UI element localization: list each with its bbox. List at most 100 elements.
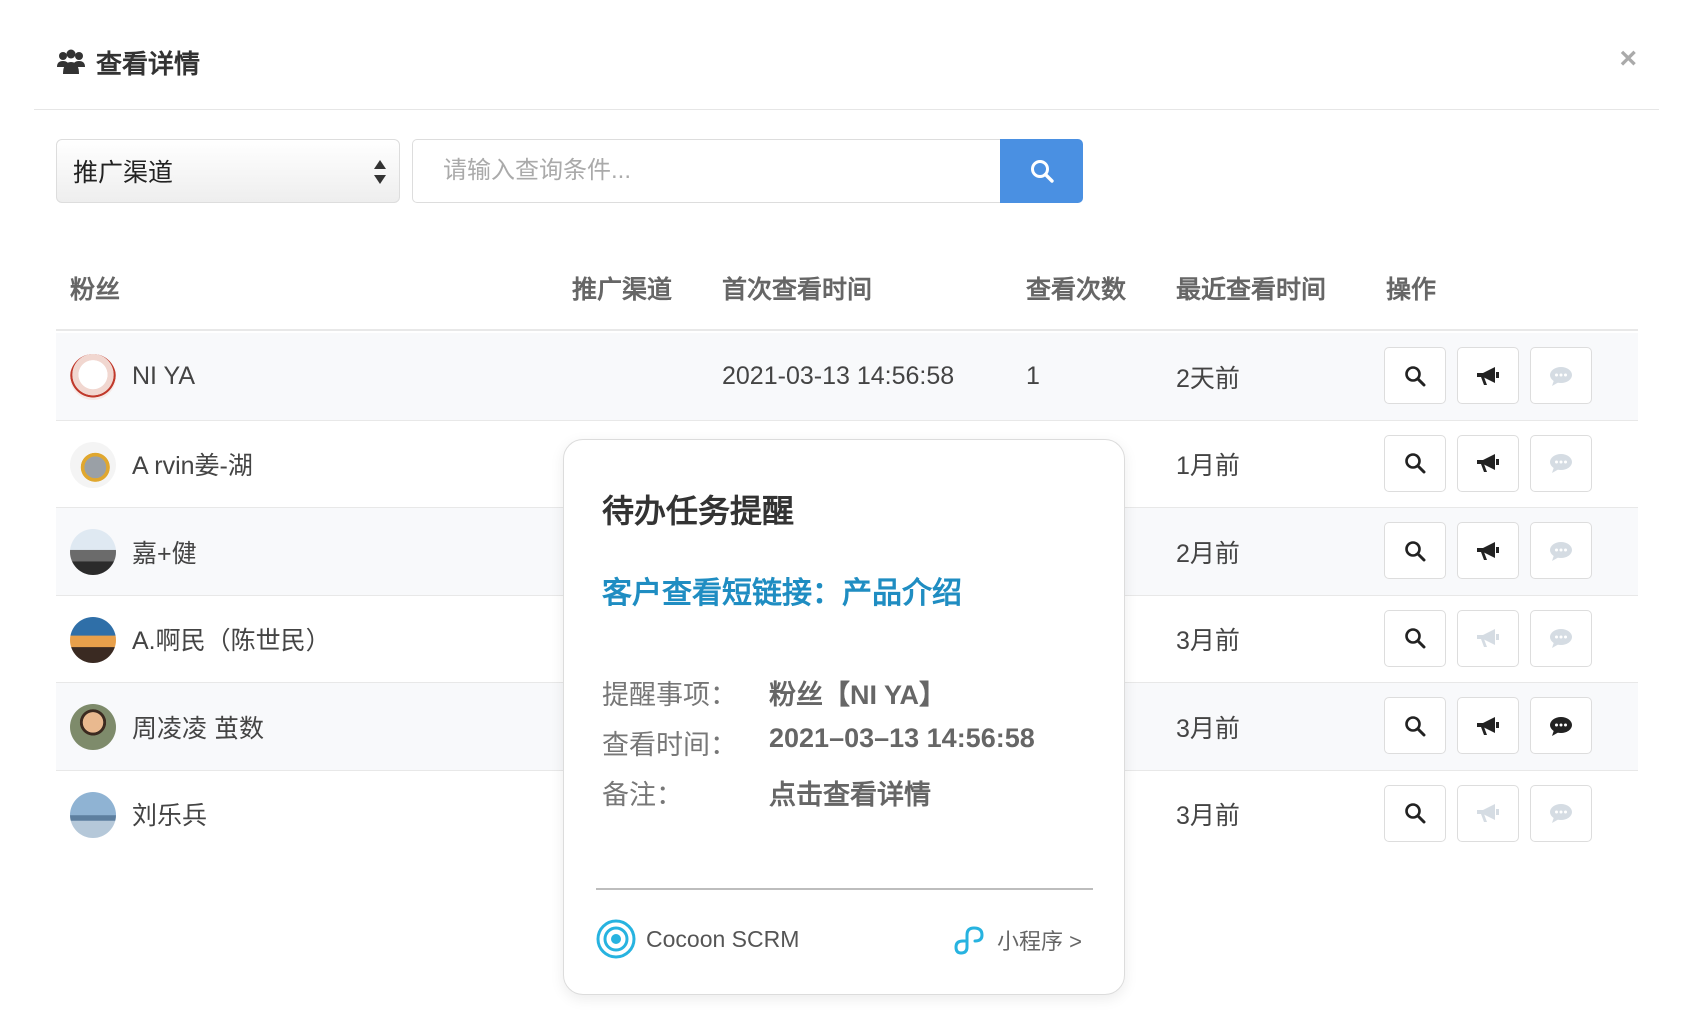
megaphone-icon [1477, 541, 1499, 560]
reminder-time-row: 查看时间： 2021–03–13 14:56:58 [602, 723, 1035, 762]
modal-header: 查看详情 × [34, 0, 1659, 110]
broadcast-button[interactable] [1457, 784, 1519, 842]
reminder-title: 待办任务提醒 [602, 493, 795, 529]
first-view-time: 2021-03-13 14:56:58 [722, 362, 955, 391]
recent-view-time: 3月前 [1176, 714, 1240, 743]
recent-view-time: 3月前 [1176, 802, 1240, 831]
search-icon [1030, 160, 1054, 183]
comment-icon [1550, 541, 1572, 561]
search-icon [1405, 715, 1426, 736]
brand-name: Cocoon SCRM [646, 925, 800, 952]
megaphone-icon [1477, 804, 1499, 822]
broadcast-button[interactable] [1457, 347, 1519, 404]
channel-select[interactable]: 推广渠道 [56, 139, 400, 203]
chat-button[interactable] [1530, 697, 1592, 754]
row-actions [1384, 609, 1592, 667]
search-icon [1405, 628, 1426, 649]
row-actions [1384, 697, 1592, 754]
comment-icon [1550, 366, 1572, 386]
col-channel: 推广渠道 [572, 276, 673, 304]
modal-title-group: 查看详情 [56, 44, 200, 81]
view-detail-button[interactable] [1384, 347, 1446, 404]
mini-program-icon [954, 926, 984, 955]
fan-name: NI YA [132, 362, 195, 391]
row-actions [1384, 347, 1592, 404]
reminder-item-label: 提醒事项： [602, 680, 737, 710]
avatar [70, 791, 116, 838]
recent-view-time: 2月前 [1176, 539, 1240, 568]
chat-button[interactable] [1530, 609, 1592, 667]
avatar [70, 704, 116, 750]
chat-button[interactable] [1530, 434, 1592, 492]
fan-name: 刘乐兵 [132, 802, 208, 831]
comment-icon [1550, 629, 1572, 648]
recent-view-time: 1月前 [1176, 452, 1240, 481]
col-actions: 操作 [1386, 276, 1437, 304]
reminder-note-row: 备注： 点击查看详情 [602, 773, 931, 812]
broadcast-button[interactable] [1457, 522, 1519, 579]
fan-name: A rvin姜-湖 [132, 452, 253, 481]
reminder-time-label: 查看时间： [602, 730, 737, 760]
broadcast-button[interactable] [1457, 434, 1519, 492]
reminder-item-value: 粉丝【NI YA】 [769, 680, 947, 710]
select-arrows-icon [374, 160, 386, 184]
avatar [70, 354, 116, 400]
chat-button[interactable] [1530, 347, 1592, 404]
filter-bar: 推广渠道 [56, 139, 1083, 203]
reminder-note-label: 备注： [602, 780, 683, 810]
search-icon [1405, 365, 1426, 386]
megaphone-icon [1477, 366, 1499, 385]
megaphone-icon [1477, 454, 1499, 472]
search-button[interactable] [1000, 139, 1083, 203]
comment-icon [1550, 804, 1572, 823]
broadcast-button[interactable] [1457, 697, 1519, 754]
search-icon [1405, 540, 1426, 561]
fan-name: 周凌凌 茧数 [132, 714, 264, 743]
view-count: 1 [1026, 362, 1040, 391]
popup-divider [596, 888, 1093, 890]
view-detail-button[interactable] [1384, 609, 1446, 667]
comment-icon [1550, 716, 1572, 736]
avatar [70, 529, 116, 575]
search-icon [1405, 453, 1426, 474]
avatar [70, 616, 116, 663]
recent-view-time: 3月前 [1176, 627, 1240, 656]
chat-button[interactable] [1530, 784, 1592, 842]
view-detail-button[interactable] [1384, 697, 1446, 754]
row-actions [1384, 434, 1592, 492]
view-detail-button[interactable] [1384, 784, 1446, 842]
megaphone-icon [1477, 629, 1499, 647]
reminder-item-row: 提醒事项： 粉丝【NI YA】 [602, 673, 946, 712]
recent-view-time: 2天前 [1176, 364, 1240, 393]
channel-select-value: 推广渠道 [73, 159, 174, 187]
chat-button[interactable] [1530, 522, 1592, 579]
reminder-link[interactable]: 客户查看短链接：产品介绍 [602, 568, 962, 612]
col-recent-view-time: 最近查看时间 [1176, 276, 1327, 304]
modal-title: 查看详情 [96, 49, 201, 79]
brand-footer: Cocoon SCRM [596, 919, 799, 959]
broadcast-button[interactable] [1457, 609, 1519, 667]
search-icon [1405, 803, 1426, 824]
table-header: 粉丝 推广渠道 首次查看时间 查看次数 最近查看时间 操作 [56, 260, 1638, 331]
avatar [70, 441, 116, 488]
todo-reminder-card[interactable]: 待办任务提醒 客户查看短链接：产品介绍 提醒事项： 粉丝【NI YA】 查看时间… [563, 439, 1125, 995]
col-fan: 粉丝 [70, 276, 121, 304]
users-icon [57, 49, 85, 74]
search-input[interactable] [412, 139, 1000, 203]
row-actions [1384, 784, 1592, 842]
col-first-view-time: 首次查看时间 [722, 276, 873, 304]
col-view-count: 查看次数 [1026, 276, 1127, 304]
reminder-note-value[interactable]: 点击查看详情 [769, 773, 931, 812]
comment-icon [1550, 454, 1572, 473]
fan-name: A.啊民（陈世民） [132, 627, 331, 656]
fan-name: 嘉+健 [132, 539, 197, 568]
row-actions [1384, 522, 1592, 579]
view-detail-button[interactable] [1384, 522, 1446, 579]
view-detail-button[interactable] [1384, 434, 1446, 492]
mini-program-label: 小程序 > [997, 929, 1082, 954]
table-row: NI YA 2021-03-13 14:56:58 1 2天前 [56, 333, 1638, 421]
mini-program-link[interactable]: 小程序 > [953, 923, 1082, 957]
close-icon[interactable]: × [1619, 44, 1637, 74]
cocoon-logo-icon [596, 919, 636, 959]
megaphone-icon [1477, 716, 1499, 735]
